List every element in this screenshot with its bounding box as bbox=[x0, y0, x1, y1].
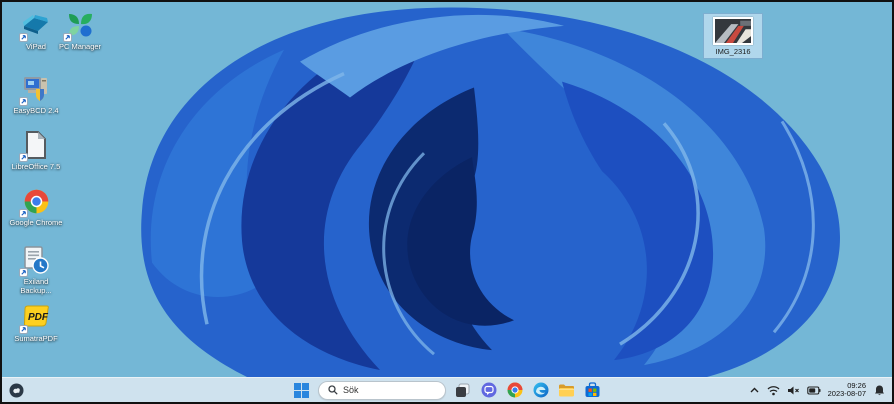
file-label: IMG_2316 bbox=[715, 47, 751, 56]
microsoft-store-button[interactable] bbox=[583, 381, 602, 400]
desktop-icon-label: EasyBCD 2.4 bbox=[13, 106, 59, 115]
desktop[interactable]: ViPad PC Manager EasyBCD 2.4 LibreOffice… bbox=[2, 2, 892, 377]
volume-button[interactable] bbox=[787, 385, 800, 396]
edge-button[interactable] bbox=[531, 381, 550, 400]
windows-start-icon bbox=[294, 382, 309, 398]
clock-date: 2023-08-07 bbox=[827, 389, 866, 398]
svg-text:PDF: PDF bbox=[28, 312, 49, 323]
start-button[interactable] bbox=[292, 381, 311, 400]
system-tray: 09:26 2023-08-07 bbox=[749, 378, 888, 402]
image-thumbnail bbox=[713, 17, 753, 45]
file-explorer-icon bbox=[558, 383, 575, 398]
network-button[interactable] bbox=[767, 385, 780, 396]
clock[interactable]: 09:26 2023-08-07 bbox=[827, 381, 866, 399]
shortcut-arrow-icon bbox=[19, 97, 28, 106]
desktop-icon-exiland-backup[interactable]: Exiland Backup... bbox=[8, 245, 64, 295]
battery-icon bbox=[806, 385, 821, 395]
desktop-icon-libreoffice[interactable]: LibreOffice 7.5 bbox=[8, 130, 64, 171]
desktop-icon-label: PC Manager bbox=[58, 42, 102, 51]
shortcut-arrow-icon bbox=[19, 209, 28, 218]
pc-manager-icon bbox=[63, 10, 95, 42]
battery-button[interactable] bbox=[806, 385, 821, 395]
wifi-icon bbox=[767, 385, 780, 395]
volume-muted-icon bbox=[787, 386, 799, 394]
search-placeholder: Sök bbox=[343, 385, 359, 395]
desktop-icon-label: SumatraPDF bbox=[14, 334, 58, 343]
libreoffice-icon bbox=[19, 130, 51, 162]
chrome-icon bbox=[507, 382, 523, 398]
desktop-icon-label: ViPad bbox=[26, 42, 46, 51]
weather-widget-icon bbox=[9, 383, 24, 398]
chrome-taskbar-button[interactable] bbox=[505, 381, 524, 400]
desktop-icon-easybcd[interactable]: EasyBCD 2.4 bbox=[8, 74, 64, 115]
desktop-icon-label: Exiland Backup... bbox=[20, 277, 52, 295]
shortcut-arrow-icon bbox=[19, 325, 28, 334]
notification-center-button[interactable] bbox=[873, 384, 886, 397]
shortcut-arrow-icon bbox=[19, 268, 28, 277]
task-view-icon bbox=[455, 383, 470, 398]
desktop-icon-label: LibreOffice 7.5 bbox=[11, 162, 61, 171]
bell-icon bbox=[875, 385, 884, 395]
exiland-backup-icon bbox=[19, 245, 51, 277]
shortcut-arrow-icon bbox=[19, 33, 28, 42]
hidden-icons-button[interactable] bbox=[749, 385, 760, 396]
chevron-up-icon bbox=[750, 387, 759, 392]
taskbar-center-group: Sök bbox=[292, 378, 602, 402]
desktop-icon-pc-manager[interactable]: PC Manager bbox=[52, 10, 108, 51]
desktop-icon-label: Google Chrome bbox=[9, 218, 63, 227]
windows-desktop-screen: ViPad PC Manager EasyBCD 2.4 LibreOffice… bbox=[0, 0, 894, 404]
search-icon bbox=[328, 385, 338, 395]
sumatrapdf-icon: PDF bbox=[19, 302, 51, 334]
vipad-icon bbox=[19, 10, 51, 42]
chrome-icon bbox=[19, 186, 51, 218]
edge-icon bbox=[533, 382, 549, 398]
task-view-button[interactable] bbox=[453, 381, 472, 400]
shortcut-arrow-icon bbox=[63, 33, 72, 42]
widgets-button[interactable] bbox=[7, 381, 26, 400]
microsoft-store-icon bbox=[585, 382, 600, 398]
desktop-file-img-2316[interactable]: IMG_2316 bbox=[703, 13, 763, 59]
taskbar: Sök 09:26 2023-08-07 bbox=[2, 377, 892, 402]
desktop-icon-google-chrome[interactable]: Google Chrome bbox=[8, 186, 64, 227]
easybcd-icon bbox=[19, 74, 51, 106]
desktop-icon-sumatrapdf[interactable]: PDF SumatraPDF bbox=[8, 302, 64, 343]
file-explorer-button[interactable] bbox=[557, 381, 576, 400]
chat-button[interactable] bbox=[479, 381, 498, 400]
chat-icon bbox=[481, 382, 497, 398]
shortcut-arrow-icon bbox=[19, 153, 28, 162]
search-input[interactable]: Sök bbox=[318, 380, 446, 400]
